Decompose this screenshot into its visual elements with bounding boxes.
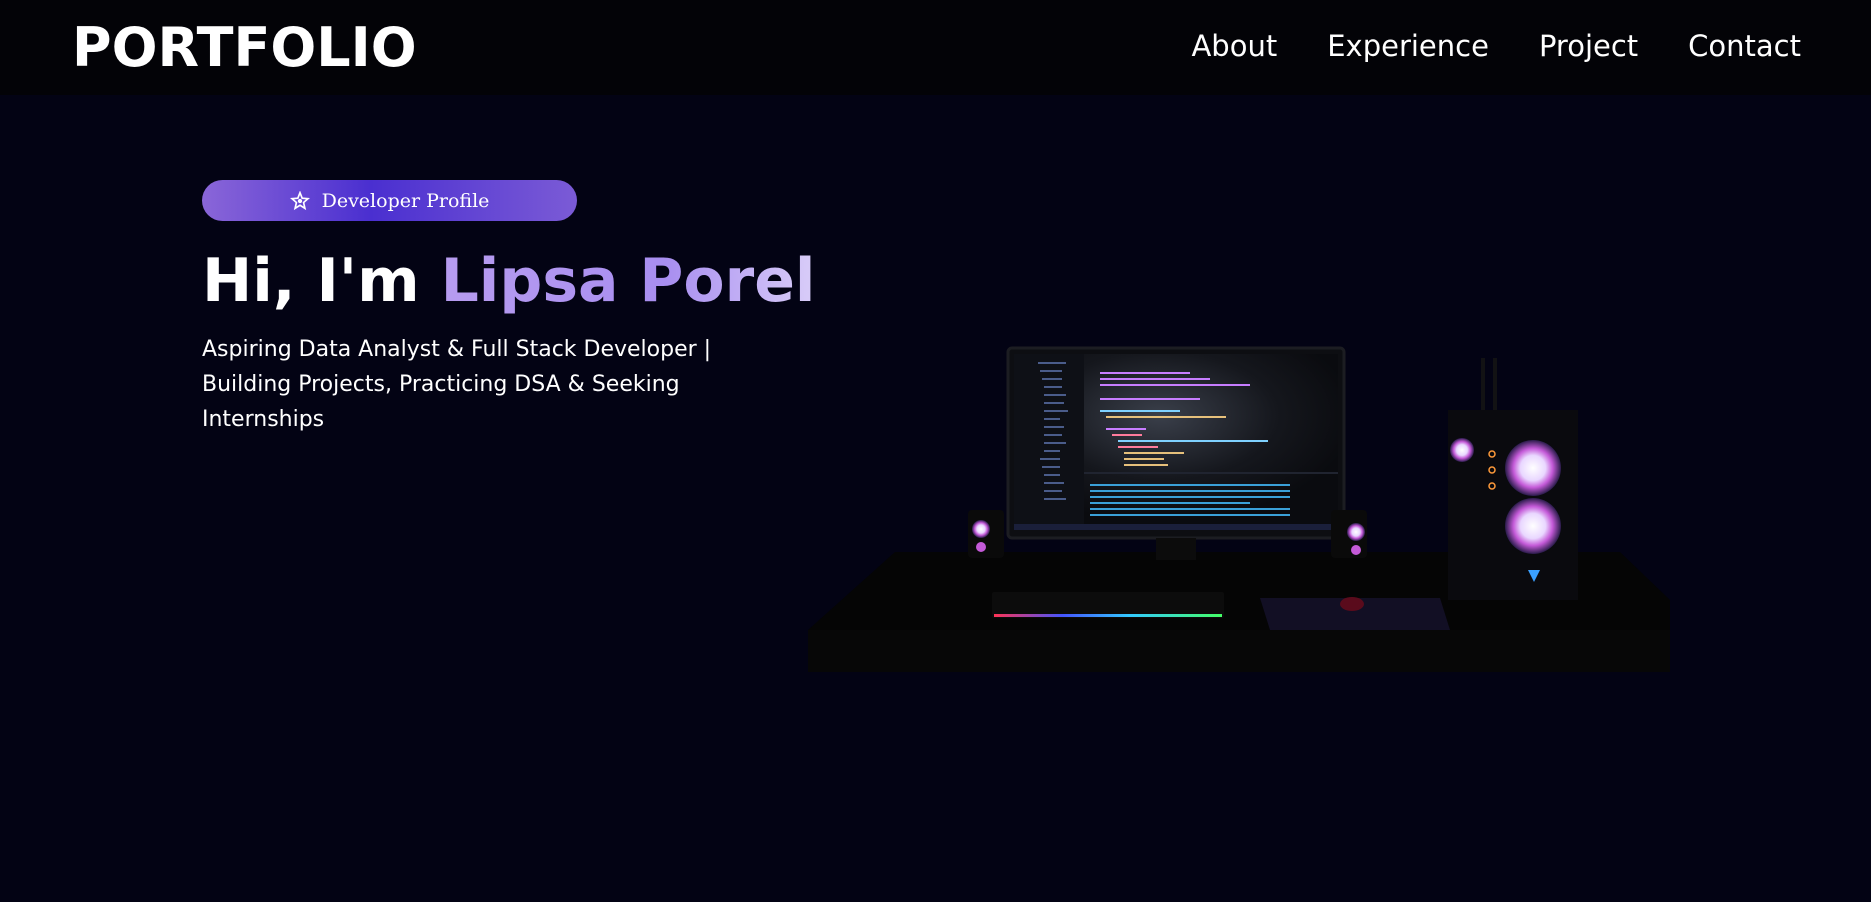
developer-profile-badge: Developer Profile bbox=[202, 180, 577, 221]
case-fan-top bbox=[1505, 440, 1561, 496]
antenna-left bbox=[1481, 358, 1485, 410]
keyboard-rgb bbox=[994, 614, 1222, 617]
nav-link-about[interactable]: About bbox=[1191, 28, 1277, 64]
antenna-right bbox=[1493, 358, 1497, 410]
pc-case bbox=[1448, 410, 1578, 600]
case-fan-side bbox=[1450, 438, 1474, 462]
star-icon bbox=[289, 189, 310, 211]
desk-scene bbox=[808, 346, 1670, 672]
hero-greeting: Hi, I'm bbox=[202, 246, 441, 316]
nav-link-experience[interactable]: Experience bbox=[1327, 28, 1489, 64]
terminal-divider bbox=[1084, 472, 1338, 474]
left-speaker bbox=[968, 510, 1004, 558]
nav-links: About Experience Project Contact bbox=[1191, 28, 1801, 64]
mouse bbox=[1340, 597, 1364, 611]
right-speaker bbox=[1331, 510, 1367, 558]
logo[interactable]: PORTFOLIO bbox=[72, 16, 417, 80]
nav-link-project[interactable]: Project bbox=[1539, 28, 1638, 64]
case-fan-bottom bbox=[1505, 498, 1561, 554]
hero-title: Hi, I'm Lipsa Porel bbox=[202, 243, 815, 319]
desk-setup-illustration bbox=[800, 330, 1680, 680]
monitor-stand bbox=[1156, 538, 1196, 560]
desk-front bbox=[808, 630, 1670, 672]
editor-status-bar bbox=[1014, 524, 1338, 530]
badge-label: Developer Profile bbox=[321, 189, 490, 212]
nav-link-contact[interactable]: Contact bbox=[1688, 28, 1801, 64]
hero-subtitle: Aspiring Data Analyst & Full Stack Devel… bbox=[202, 337, 712, 432]
hero-name: Lipsa Porel bbox=[440, 246, 816, 316]
navbar: PORTFOLIO About Experience Project Conta… bbox=[0, 0, 1871, 95]
